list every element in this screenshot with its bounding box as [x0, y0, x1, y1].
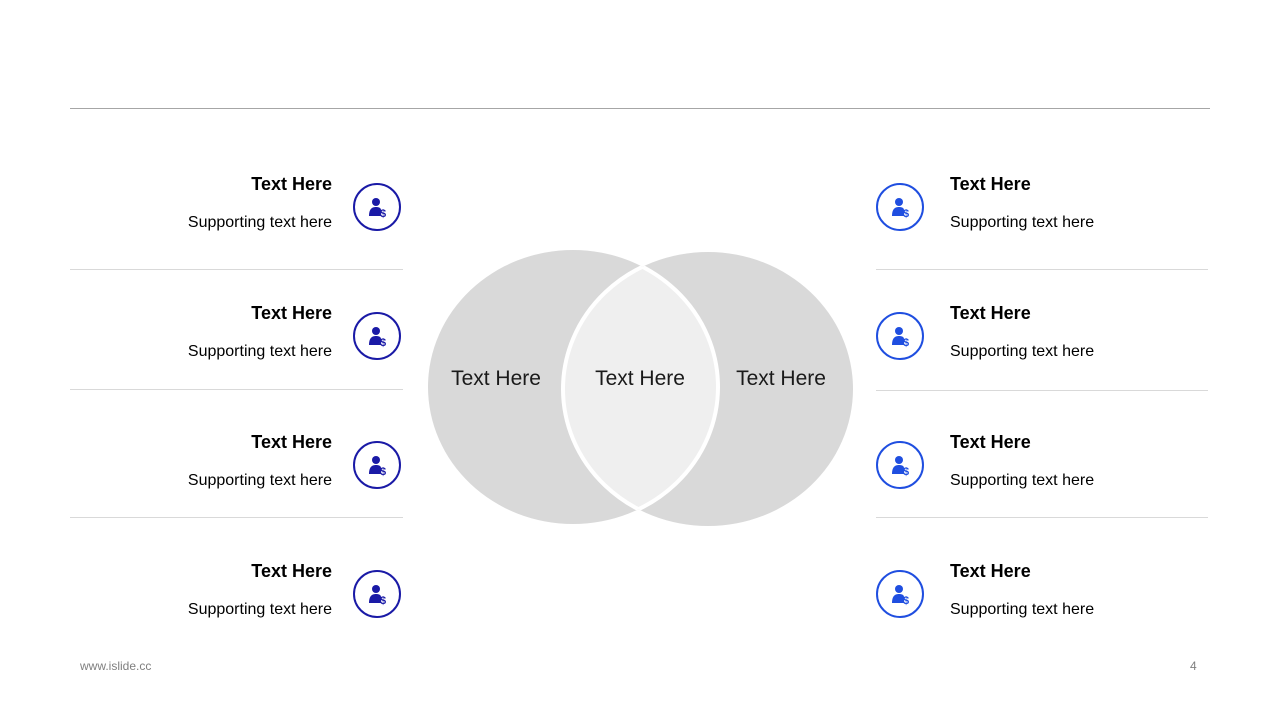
- svg-text:$: $: [903, 595, 909, 606]
- user-dollar-icon: $: [353, 570, 401, 618]
- left-item-4: Text Here Supporting text here: [70, 561, 332, 621]
- left-item-1: Text Here Supporting text here: [70, 174, 332, 234]
- user-dollar-icon: $: [876, 312, 924, 360]
- right-item-subtitle: Supporting text here: [950, 214, 1095, 231]
- right-item-3: Text Here Supporting text here: [950, 432, 1208, 492]
- left-item-title: Text Here: [251, 561, 332, 581]
- right-item-title: Text Here: [950, 432, 1031, 452]
- footer-url: www.islide.cc: [80, 659, 152, 673]
- right-item-title: Text Here: [950, 561, 1031, 581]
- user-dollar-icon: $: [353, 183, 401, 231]
- left-item-subtitle: Supporting text here: [187, 601, 332, 618]
- user-dollar-icon: $: [353, 441, 401, 489]
- user-dollar-icon: $: [876, 183, 924, 231]
- left-item-title: Text Here: [251, 174, 332, 194]
- user-dollar-icon: $: [353, 312, 401, 360]
- venn-right-label: Text Here: [736, 367, 826, 390]
- venn-left-label: Text Here: [451, 367, 541, 390]
- svg-text:$: $: [903, 337, 909, 348]
- left-divider: [70, 517, 403, 518]
- svg-text:$: $: [903, 208, 909, 219]
- left-item-3: Text Here Supporting text here: [70, 432, 332, 492]
- svg-text:$: $: [380, 466, 386, 477]
- right-item-title: Text Here: [950, 303, 1031, 323]
- left-item-subtitle: Supporting text here: [187, 214, 332, 231]
- user-dollar-icon: $: [876, 441, 924, 489]
- svg-text:$: $: [380, 595, 386, 606]
- left-item-title: Text Here: [251, 303, 332, 323]
- right-item-subtitle: Supporting text here: [950, 472, 1095, 489]
- page-number: 4: [1190, 659, 1197, 673]
- right-item-2: Text Here Supporting text here: [950, 303, 1208, 363]
- left-divider: [70, 389, 403, 390]
- user-dollar-icon: $: [876, 570, 924, 618]
- left-item-2: Text Here Supporting text here: [70, 303, 332, 363]
- right-divider: [876, 390, 1208, 391]
- left-divider: [70, 269, 403, 270]
- venn-center-label: Text Here: [595, 367, 685, 390]
- right-item-title: Text Here: [950, 174, 1031, 194]
- right-item-1: Text Here Supporting text here: [950, 174, 1208, 234]
- left-item-title: Text Here: [251, 432, 332, 452]
- right-item-subtitle: Supporting text here: [950, 601, 1095, 618]
- right-divider: [876, 269, 1208, 270]
- right-item-subtitle: Supporting text here: [950, 343, 1095, 360]
- svg-text:$: $: [903, 466, 909, 477]
- left-item-subtitle: Supporting text here: [187, 472, 332, 489]
- svg-text:$: $: [380, 208, 386, 219]
- svg-text:$: $: [380, 337, 386, 348]
- right-divider: [876, 517, 1208, 518]
- left-item-subtitle: Supporting text here: [187, 343, 332, 360]
- top-rule: [70, 108, 1210, 109]
- right-item-4: Text Here Supporting text here: [950, 561, 1208, 621]
